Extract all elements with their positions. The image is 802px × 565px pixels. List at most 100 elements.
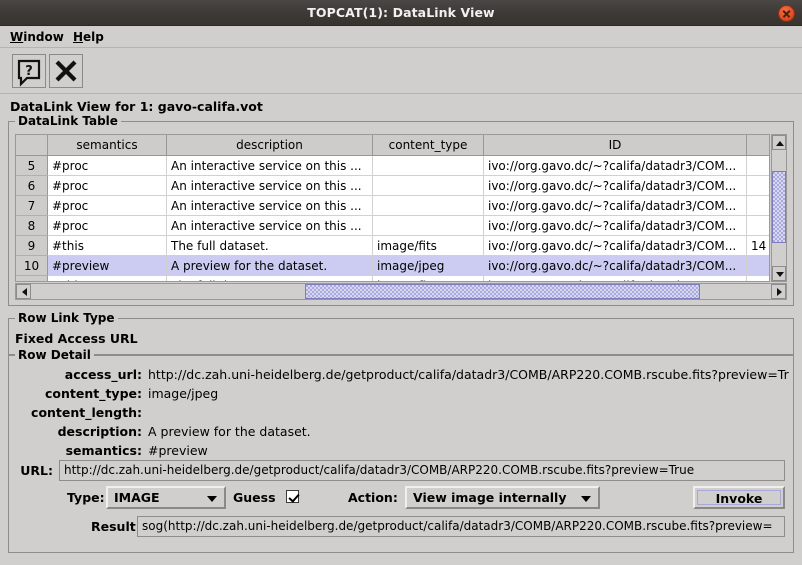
cell-content-type	[373, 216, 484, 236]
column-header-content-type[interactable]: content_type	[373, 135, 484, 156]
page-title: DataLink View for 1: gavo-califa.vot	[10, 99, 263, 114]
x-close-icon	[50, 55, 82, 87]
table-row[interactable]: 7#procAn interactive service on this ...…	[16, 196, 770, 216]
detail-field-label: content_type:	[9, 384, 142, 403]
cell-content-type: image/fits	[373, 276, 484, 283]
cell-content-type: image/jpeg	[373, 256, 484, 276]
table-area: semantics description content_type ID co…	[15, 134, 787, 300]
cell-description: An interactive service on this ...	[167, 196, 373, 216]
row-detail-panel: Row Detail access_url:http://dc.zah.uni-…	[8, 355, 794, 553]
cell-content-type	[373, 176, 484, 196]
detail-row: content_length:	[9, 403, 793, 422]
title-bar: TOPCAT(1): DataLink View	[0, 0, 802, 26]
row-number-cell[interactable]: 11	[16, 276, 48, 283]
action-select[interactable]: View image internally	[405, 486, 600, 509]
detail-field-value: image/jpeg	[148, 384, 789, 403]
column-header-description[interactable]: description	[167, 135, 373, 156]
window-title: TOPCAT(1): DataLink View	[0, 0, 802, 26]
cell-id: ivo://org.gavo.dc/~?califa/datadr3/COM..…	[484, 156, 747, 176]
row-link-type-title: Row Link Type	[15, 311, 118, 325]
cell-con	[747, 216, 771, 236]
row-link-type-panel: Row Link Type Fixed Access URL	[8, 318, 794, 355]
detail-field-value: http://dc.zah.uni-heidelberg.de/getprodu…	[148, 365, 789, 384]
tool-bar: ?	[0, 48, 802, 94]
table-row[interactable]: 10#previewA preview for the dataset.imag…	[16, 256, 770, 276]
row-number-cell[interactable]: 6	[16, 176, 48, 196]
detail-field-label: description:	[9, 422, 142, 441]
cell-id: ivo://org.gavo.dc/~?califa/datadr3/COM..…	[484, 236, 747, 256]
detail-row: semantics:#preview	[9, 441, 793, 460]
result-row: Result: OK sog(http://dc.zah.uni-heidelb…	[17, 516, 785, 538]
row-detail-title: Row Detail	[15, 348, 94, 362]
cell-con	[747, 256, 771, 276]
close-window-button[interactable]	[49, 54, 83, 88]
horizontal-scroll-thumb[interactable]	[305, 284, 700, 299]
cell-semantics: #proc	[48, 176, 167, 196]
table-row[interactable]: 9#thisThe full dataset.image/fitsivo://o…	[16, 236, 770, 256]
action-select-value: View image internally	[413, 488, 567, 507]
cell-description: An interactive service on this ...	[167, 176, 373, 196]
detail-field-label: access_url:	[9, 365, 142, 384]
guess-label: Guess	[233, 490, 276, 505]
scroll-left-arrow-icon[interactable]	[16, 284, 31, 299]
detail-row: content_type: image/jpeg	[9, 384, 793, 403]
table-header-row: semantics description content_type ID co…	[16, 135, 770, 156]
cell-id: ivo://org.gavo.dc/~?califa/datadr3/COM..…	[484, 216, 747, 236]
scroll-right-arrow-icon[interactable]	[771, 284, 786, 299]
help-speech-bubble-icon: ?	[13, 55, 45, 87]
datalink-table-title: DataLink Table	[15, 114, 121, 128]
datalink-table: semantics description content_type ID co…	[16, 135, 770, 282]
menu-bar: Window Help	[0, 26, 802, 48]
type-label: Type:	[67, 490, 105, 505]
scroll-up-arrow-icon[interactable]	[772, 135, 786, 150]
row-number-cell[interactable]: 9	[16, 236, 48, 256]
type-select[interactable]: IMAGE	[106, 486, 226, 509]
table-row[interactable]: 8#procAn interactive service on this ...…	[16, 216, 770, 236]
table-row[interactable]: 11#thisThe full dataset.image/fitsivo://…	[16, 276, 770, 283]
menu-item-window-label: indow	[23, 30, 64, 44]
invoke-button[interactable]: Invoke	[693, 486, 785, 509]
detail-field-label: content_length:	[9, 403, 142, 422]
guess-checkbox[interactable]	[286, 490, 299, 503]
menu-item-window[interactable]: Window	[4, 28, 70, 46]
row-number-cell[interactable]: 5	[16, 156, 48, 176]
scroll-down-arrow-icon[interactable]	[772, 266, 786, 281]
detail-field-label: semantics:	[9, 441, 142, 460]
menu-item-help[interactable]: Help	[67, 28, 110, 46]
table-vertical-scrollbar[interactable]	[771, 134, 787, 282]
table-row[interactable]: 5#procAn interactive service on this ...…	[16, 156, 770, 176]
invoke-button-label: Invoke	[697, 490, 781, 505]
row-detail-fields: access_url: http://dc.zah.uni-heidelberg.…	[9, 365, 793, 461]
row-number-cell[interactable]: 10	[16, 256, 48, 276]
close-circle-icon[interactable]	[778, 5, 795, 22]
type-select-value: IMAGE	[114, 488, 160, 507]
cell-description: An interactive service on this ...	[167, 216, 373, 236]
cell-semantics: #proc	[48, 216, 167, 236]
chevron-down-icon	[207, 496, 217, 502]
cell-id: ivo://org.gavo.dc/~?califa/datadr3/COM..…	[484, 176, 747, 196]
vertical-scroll-thumb[interactable]	[772, 171, 786, 243]
url-input[interactable]: http://dc.zah.uni-heidelberg.de/getprodu…	[59, 460, 785, 481]
cell-id: ivo://org.gavo.dc/~?califa/datadr3/COM..…	[484, 276, 747, 283]
cell-description: An interactive service on this ...	[167, 156, 373, 176]
datalink-view-window: TOPCAT(1): DataLink View Window Help ? D…	[0, 0, 802, 565]
column-header-semantics[interactable]: semantics	[48, 135, 167, 156]
cell-con: 14	[747, 236, 771, 256]
table-horizontal-scrollbar[interactable]	[15, 283, 787, 300]
table-row[interactable]: 6#procAn interactive service on this ...…	[16, 176, 770, 196]
row-number-cell[interactable]: 8	[16, 216, 48, 236]
menu-item-help-label: elp	[83, 30, 104, 44]
datalink-table-panel: DataLink Table semantics description con…	[8, 121, 794, 306]
cell-id: ivo://org.gavo.dc/~?califa/datadr3/COM..…	[484, 196, 747, 216]
row-number-cell[interactable]: 7	[16, 196, 48, 216]
help-button[interactable]: ?	[12, 54, 46, 88]
column-header-con[interactable]: con	[747, 135, 771, 156]
detail-row: access_url: http://dc.zah.uni-heidelberg.…	[9, 365, 793, 384]
svg-text:?: ?	[25, 64, 33, 79]
column-header-rownum[interactable]	[16, 135, 48, 156]
cell-con	[747, 176, 771, 196]
column-header-id[interactable]: ID	[484, 135, 747, 156]
cell-semantics: #proc	[48, 156, 167, 176]
result-output-field[interactable]: sog(http://dc.zah.uni-heidelberg.de/getp…	[137, 516, 785, 537]
chevron-down-icon	[581, 496, 591, 502]
